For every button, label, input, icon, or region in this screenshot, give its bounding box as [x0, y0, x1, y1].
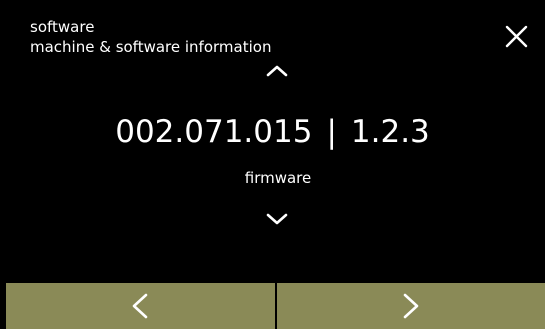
- version-primary: 002.071.015: [115, 114, 313, 150]
- header: software machine & software information: [30, 17, 271, 57]
- close-icon: [505, 25, 528, 48]
- page-subtitle: machine & software information: [30, 38, 272, 56]
- scroll-up-button[interactable]: [261, 58, 293, 82]
- footer-nav: [6, 283, 545, 329]
- version-value: 002.071.015 | 1.2.3: [0, 110, 545, 154]
- version-caption: firmware: [244, 169, 312, 187]
- screen: software machine & software information …: [0, 0, 545, 329]
- version-secondary: 1.2.3: [350, 114, 430, 150]
- previous-button[interactable]: [6, 283, 275, 329]
- version-separator: |: [326, 114, 337, 150]
- next-button[interactable]: [276, 283, 545, 329]
- chevron-right-icon: [403, 293, 419, 319]
- chevron-left-icon: [132, 293, 148, 319]
- chevron-down-icon: [266, 213, 288, 225]
- scroll-down-button[interactable]: [261, 208, 293, 232]
- page-title: software: [30, 18, 95, 36]
- close-button[interactable]: [500, 22, 534, 56]
- chevron-up-icon: [266, 65, 288, 77]
